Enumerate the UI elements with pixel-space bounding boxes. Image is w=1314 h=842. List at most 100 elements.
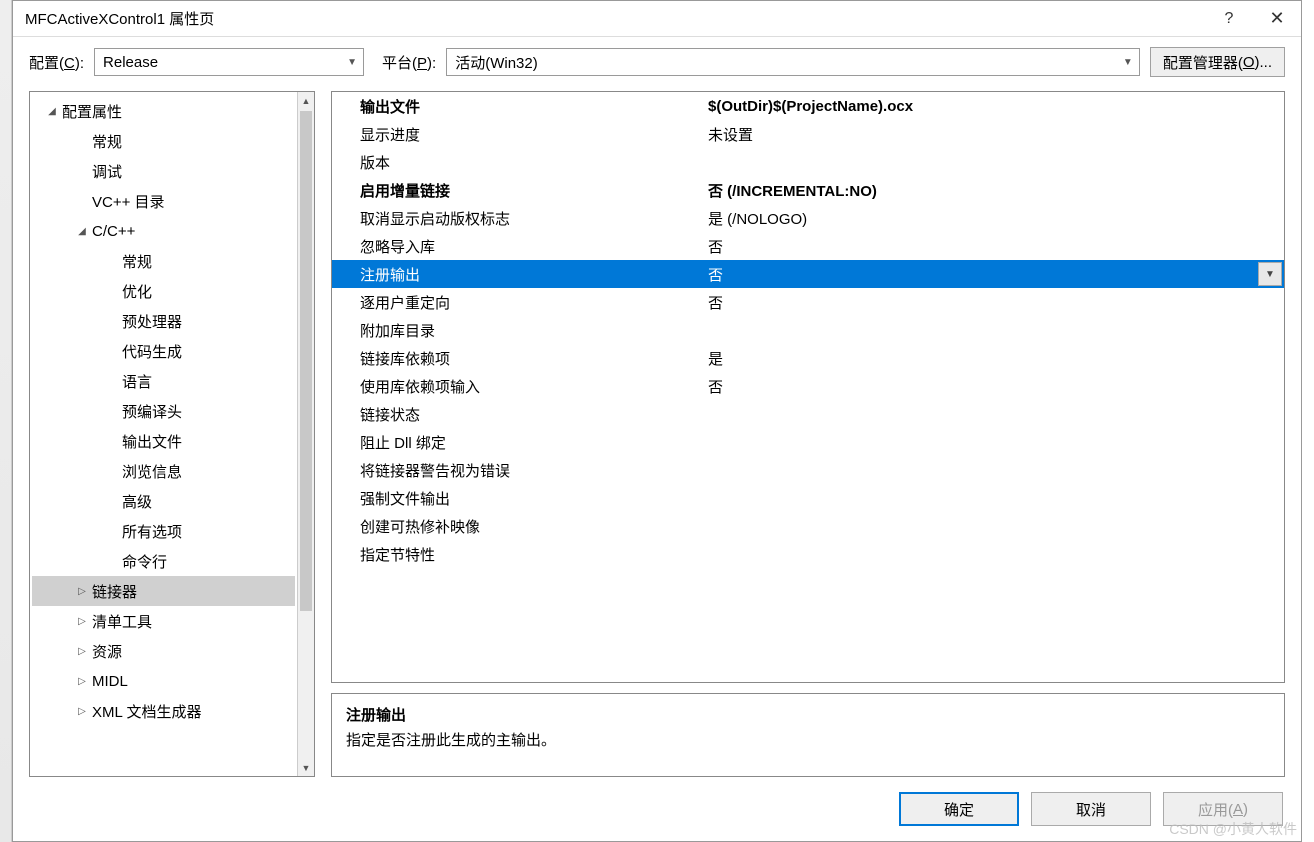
tree-item-label: 浏览信息 xyxy=(122,461,182,482)
property-value[interactable]: $(OutDir)$(ProjectName).ocx xyxy=(704,98,1284,115)
tree-scrollbar[interactable]: ▲ ▼ xyxy=(297,92,314,776)
scroll-down-icon[interactable]: ▼ xyxy=(298,759,314,776)
tree-item[interactable]: 预处理器 xyxy=(32,306,295,336)
platform-combo[interactable]: 活动(Win32) ▼ xyxy=(446,48,1140,76)
property-row[interactable]: 强制文件输出 xyxy=(332,484,1284,512)
scroll-up-icon[interactable]: ▲ xyxy=(298,92,314,109)
main-area: ◢配置属性常规调试VC++ 目录◢C/C++常规优化预处理器代码生成语言预编译头… xyxy=(13,79,1301,785)
property-value[interactable]: 是 (/NOLOGO) xyxy=(704,208,1284,229)
tree-item-label: 清单工具 xyxy=(92,611,152,632)
description-title: 注册输出 xyxy=(346,704,1270,725)
tree-expanded-icon[interactable]: ◢ xyxy=(46,106,58,117)
config-manager-button[interactable]: 配置管理器(O)... xyxy=(1150,47,1285,77)
tree-item[interactable]: VC++ 目录 xyxy=(32,186,295,216)
property-row[interactable]: 指定节特性 xyxy=(332,540,1284,568)
tree-pane: ◢配置属性常规调试VC++ 目录◢C/C++常规优化预处理器代码生成语言预编译头… xyxy=(29,91,315,777)
property-label: 附加库目录 xyxy=(332,320,704,341)
property-row[interactable]: 链接状态 xyxy=(332,400,1284,428)
property-label: 强制文件输出 xyxy=(332,488,704,509)
property-row[interactable]: 注册输出否▼ xyxy=(332,260,1284,288)
property-label: 逐用户重定向 xyxy=(332,292,704,313)
tree-collapsed-icon[interactable]: ▷ xyxy=(76,616,88,627)
property-row[interactable]: 创建可热修补映像 xyxy=(332,512,1284,540)
tree-item[interactable]: ▷XML 文档生成器 xyxy=(32,696,295,726)
property-label: 将链接器警告视为错误 xyxy=(332,460,704,481)
tree-collapsed-icon[interactable]: ▷ xyxy=(76,586,88,597)
description-text: 指定是否注册此生成的主输出。 xyxy=(346,729,1270,750)
scroll-track[interactable] xyxy=(298,611,314,759)
help-icon: ? xyxy=(1225,10,1234,28)
property-row[interactable]: 取消显示启动版权标志是 (/NOLOGO) xyxy=(332,204,1284,232)
property-label: 链接库依赖项 xyxy=(332,348,704,369)
tree-item[interactable]: 命令行 xyxy=(32,546,295,576)
property-label: 链接状态 xyxy=(332,404,704,425)
property-row[interactable]: 阻止 Dll 绑定 xyxy=(332,428,1284,456)
chevron-down-icon: ▼ xyxy=(1265,269,1275,280)
tree-item[interactable]: 所有选项 xyxy=(32,516,295,546)
tree-item[interactable]: ◢ C/C++ xyxy=(32,216,295,246)
tree-item[interactable]: 优化 xyxy=(32,276,295,306)
property-value[interactable]: 否 (/INCREMENTAL:NO) xyxy=(704,180,1284,201)
cancel-button[interactable]: 取消 xyxy=(1031,792,1151,826)
tree-item-label: VC++ 目录 xyxy=(92,191,165,212)
tree-item[interactable]: 调试 xyxy=(32,156,295,186)
dropdown-button[interactable]: ▼ xyxy=(1258,262,1282,286)
ok-button[interactable]: 确定 xyxy=(899,792,1019,826)
tree-item[interactable]: 语言 xyxy=(32,366,295,396)
property-label: 启用增量链接 xyxy=(332,180,704,201)
chevron-down-icon: ▼ xyxy=(1123,57,1133,68)
tree-collapsed-icon[interactable]: ▷ xyxy=(76,676,88,687)
property-value[interactable]: 否 xyxy=(704,292,1284,313)
chevron-down-icon: ▼ xyxy=(347,57,357,68)
property-row[interactable]: 使用库依赖项输入否 xyxy=(332,372,1284,400)
tree-item-label: C/C++ xyxy=(92,223,135,240)
property-row[interactable]: 将链接器警告视为错误 xyxy=(332,456,1284,484)
tree-item[interactable]: ▷MIDL xyxy=(32,666,295,696)
property-row[interactable]: 显示进度未设置 xyxy=(332,120,1284,148)
property-grid[interactable]: 输出文件$(OutDir)$(ProjectName).ocx显示进度未设置版本… xyxy=(331,91,1285,683)
tree-item[interactable]: 预编译头 xyxy=(32,396,295,426)
property-row[interactable]: 版本 xyxy=(332,148,1284,176)
tree-expanded-icon[interactable]: ◢ xyxy=(76,226,88,237)
config-label: 配置(C): xyxy=(29,52,84,73)
property-row[interactable]: 链接库依赖项是 xyxy=(332,344,1284,372)
close-icon: ✕ xyxy=(1269,8,1284,29)
tree-item[interactable]: 代码生成 xyxy=(32,336,295,366)
tree-item[interactable]: ▷ 资源 xyxy=(32,636,295,666)
tree-item-label: 资源 xyxy=(92,641,122,662)
tree-item[interactable]: ▷ 清单工具 xyxy=(32,606,295,636)
tree-item[interactable]: 输出文件 xyxy=(32,426,295,456)
property-row[interactable]: 逐用户重定向否 xyxy=(332,288,1284,316)
property-value[interactable]: 否 xyxy=(704,376,1284,397)
tree-item[interactable]: 常规 xyxy=(32,126,295,156)
tree-item[interactable]: ◢配置属性 xyxy=(32,96,295,126)
tree-item[interactable]: 高级 xyxy=(32,486,295,516)
property-label: 创建可热修补映像 xyxy=(332,516,704,537)
tree-view[interactable]: ◢配置属性常规调试VC++ 目录◢C/C++常规优化预处理器代码生成语言预编译头… xyxy=(30,92,297,776)
tree-item-label: 优化 xyxy=(122,281,152,302)
property-label: 忽略导入库 xyxy=(332,236,704,257)
property-label: 显示进度 xyxy=(332,124,704,145)
scroll-thumb[interactable] xyxy=(300,111,312,611)
property-row[interactable]: 忽略导入库否 xyxy=(332,232,1284,260)
close-button[interactable]: ✕ xyxy=(1253,1,1301,37)
tree-item-label: 链接器 xyxy=(92,581,137,602)
watermark: CSDN @小黄人软件 xyxy=(1169,819,1297,839)
tree-item-label: 语言 xyxy=(122,371,152,392)
background-edge xyxy=(0,0,12,842)
tree-collapsed-icon[interactable]: ▷ xyxy=(76,646,88,657)
tree-item[interactable]: 常规 xyxy=(32,246,295,276)
property-value[interactable]: 是 xyxy=(704,348,1284,369)
tree-collapsed-icon[interactable]: ▷ xyxy=(76,706,88,717)
window-title: MFCActiveXControl1 属性页 xyxy=(25,8,214,29)
property-value[interactable]: 否 xyxy=(704,264,1284,285)
property-row[interactable]: 启用增量链接否 (/INCREMENTAL:NO) xyxy=(332,176,1284,204)
property-value[interactable]: 否 xyxy=(704,236,1284,257)
property-row[interactable]: 附加库目录 xyxy=(332,316,1284,344)
config-combo[interactable]: Release ▼ xyxy=(94,48,364,76)
tree-item[interactable]: 浏览信息 xyxy=(32,456,295,486)
property-row[interactable]: 输出文件$(OutDir)$(ProjectName).ocx xyxy=(332,92,1284,120)
tree-item[interactable]: ▷ 链接器 xyxy=(32,576,295,606)
property-value[interactable]: 未设置 xyxy=(704,124,1284,145)
help-button[interactable]: ? xyxy=(1205,1,1253,37)
